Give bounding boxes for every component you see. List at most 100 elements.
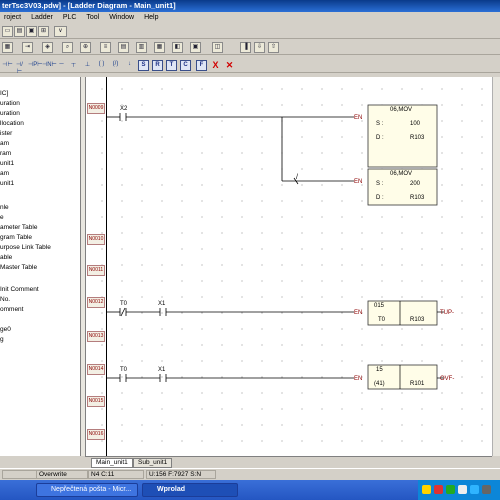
status-mode: Overwrite — [36, 470, 88, 479]
tray-icon[interactable] — [446, 485, 455, 494]
contact-label-t0: T0 — [120, 367, 128, 373]
monitor-icon[interactable]: ▤ — [118, 42, 129, 53]
contact-nc-icon[interactable]: ⊣/⊢ — [14, 61, 25, 75]
tree-item[interactable]: ameter Table — [0, 223, 37, 233]
tree-item[interactable]: e — [0, 213, 4, 223]
taskbar: Nepřečtená pošta - Micr... Wprolad — [0, 480, 500, 500]
or-and-icon[interactable]: ∨ — [54, 26, 67, 37]
open-icon[interactable]: ▤ — [14, 26, 25, 37]
counter-icon[interactable]: C — [180, 60, 191, 71]
tray-icon[interactable] — [470, 485, 479, 494]
contact-label-x1: X1 — [158, 301, 166, 307]
save-icon[interactable]: ▣ — [26, 26, 37, 37]
coil-icon[interactable]: ( ) — [96, 61, 107, 70]
task-outlook[interactable]: Nepřečtená pošta - Micr... — [36, 483, 138, 497]
contact-p-icon[interactable]: ⊣P⊢ — [28, 61, 42, 70]
tree-item[interactable]: Master Table — [0, 263, 37, 273]
contact-label-x2: X2 — [120, 106, 128, 112]
download-icon[interactable]: ⇩ — [254, 42, 265, 53]
sheet-tabs: Main_unit1 Sub_unit1 — [85, 456, 492, 468]
table-icon[interactable]: ▦ — [154, 42, 165, 53]
compile-icon[interactable]: ◧ — [172, 42, 183, 53]
en-label: EN — [354, 179, 362, 185]
tree-item[interactable]: IC] — [0, 89, 8, 99]
tree-item[interactable]: ge0 — [0, 325, 11, 335]
tray-icon[interactable] — [482, 485, 491, 494]
block-title: 06,MOV — [390, 107, 412, 113]
menu-tool[interactable]: Tool — [82, 12, 103, 23]
en-label: EN — [354, 310, 362, 316]
function-icon[interactable]: F — [196, 60, 207, 71]
tree-item[interactable]: nle — [0, 203, 9, 213]
block-d-label: D : — [376, 195, 384, 201]
zoom-icon[interactable]: ⊕ — [80, 42, 91, 53]
settings-icon[interactable]: ▣ — [190, 42, 201, 53]
invert-icon[interactable]: ⊥ — [82, 61, 93, 70]
tree-item[interactable]: uration — [0, 99, 20, 109]
contact-n-icon[interactable]: ⊣N⊢ — [42, 61, 57, 70]
new-icon[interactable]: ▭ — [2, 26, 13, 37]
system-tray — [418, 480, 500, 500]
timer-icon[interactable]: T — [166, 60, 177, 71]
window-title: terTsc3V03.pdw] - [Ladder Diagram - Main… — [2, 1, 176, 10]
toolbar-ladder: ⊣⊢ ⊣/⊢ ⊣P⊢ ⊣N⊢ ─ ┬ ⊥ ( ) (/) ↓ S R T C F… — [0, 58, 500, 75]
en-label: EN — [354, 376, 362, 382]
block-title: 15 — [376, 367, 383, 373]
tray-icon[interactable] — [458, 485, 467, 494]
tree-item[interactable]: uration — [0, 109, 20, 119]
tree-item[interactable]: llocation — [0, 119, 24, 129]
insert-icon[interactable]: ⇥ — [22, 42, 33, 53]
hline-icon[interactable]: ─ — [56, 61, 67, 70]
delete-icon[interactable]: X — [210, 60, 221, 71]
list-icon[interactable]: ≡ — [100, 42, 111, 53]
print-icon[interactable]: ⊞ — [38, 26, 49, 37]
tree-item[interactable]: able — [0, 253, 12, 263]
set-icon[interactable]: S — [138, 60, 149, 71]
menu-project[interactable]: roject — [0, 12, 25, 23]
find-icon[interactable]: ◈ — [42, 42, 53, 53]
menu-window[interactable]: Window — [105, 12, 138, 23]
tree-item[interactable]: urpose Link Table — [0, 243, 51, 253]
menu-ladder[interactable]: Ladder — [27, 12, 57, 23]
tab-main-unit1[interactable]: Main_unit1 — [91, 458, 133, 468]
tree-item[interactable]: am — [0, 169, 9, 179]
tree-item[interactable]: Init Comment — [0, 285, 39, 295]
upload-icon[interactable]: ⇧ — [268, 42, 279, 53]
en-label: EN — [354, 115, 362, 121]
ladder-scrollbar[interactable] — [492, 77, 500, 456]
coil-not-icon[interactable]: (/) — [110, 61, 121, 70]
tree-item[interactable]: unit1 — [0, 159, 14, 169]
toolbar-edit: ▦ ⇥ ◈ ⌕ ⊕ ≡ ▤ ▥ ▦ ◧ ▣ ◫ ▐ ⇩ ⇧ — [0, 40, 500, 55]
tree-item[interactable]: ister — [0, 129, 12, 139]
search-icon[interactable]: ⌕ — [62, 42, 73, 53]
grid-icon[interactable]: ▦ — [2, 42, 13, 53]
tray-icon[interactable] — [422, 485, 431, 494]
block-output: TUP- — [440, 310, 454, 316]
vline-icon[interactable]: ┬ — [68, 61, 79, 70]
menu-plc[interactable]: PLC — [59, 12, 81, 23]
tree-item[interactable]: ram — [0, 149, 11, 159]
task-wprolad[interactable]: Wprolad — [142, 483, 238, 497]
menu-bar: roject Ladder PLC Tool Window Help — [0, 12, 500, 23]
reset-icon[interactable]: R — [152, 60, 163, 71]
tree-item[interactable]: unit1 — [0, 179, 14, 189]
tree-item[interactable]: am — [0, 139, 9, 149]
ladder-editor[interactable]: N0009 N0010 N0011 N0012 N0013 N0014 N001… — [85, 77, 492, 456]
chart-icon[interactable]: ▥ — [136, 42, 147, 53]
contact-no-icon[interactable]: ⊣⊢ — [2, 61, 13, 70]
title-bar: terTsc3V03.pdw] - [Ladder Diagram - Main… — [0, 0, 500, 12]
tab-sub-unit1[interactable]: Sub_unit1 — [133, 458, 173, 468]
tree-item[interactable]: gram Table — [0, 233, 32, 243]
view-icon[interactable]: ◫ — [212, 42, 223, 53]
tree-item[interactable]: g — [0, 335, 4, 345]
ncoil-icon[interactable]: ↓ — [124, 61, 135, 70]
tree-item[interactable]: omment — [0, 305, 23, 315]
menu-help[interactable]: Help — [140, 12, 162, 23]
cut-icon[interactable]: ✕ — [224, 60, 235, 71]
tray-icon[interactable] — [434, 485, 443, 494]
tree-item[interactable]: No. — [0, 295, 10, 305]
block-right: R101 — [410, 381, 425, 387]
block-s-value: 200 — [410, 181, 421, 187]
block-left: T0 — [378, 317, 386, 323]
online-icon[interactable]: ▐ — [240, 42, 251, 53]
